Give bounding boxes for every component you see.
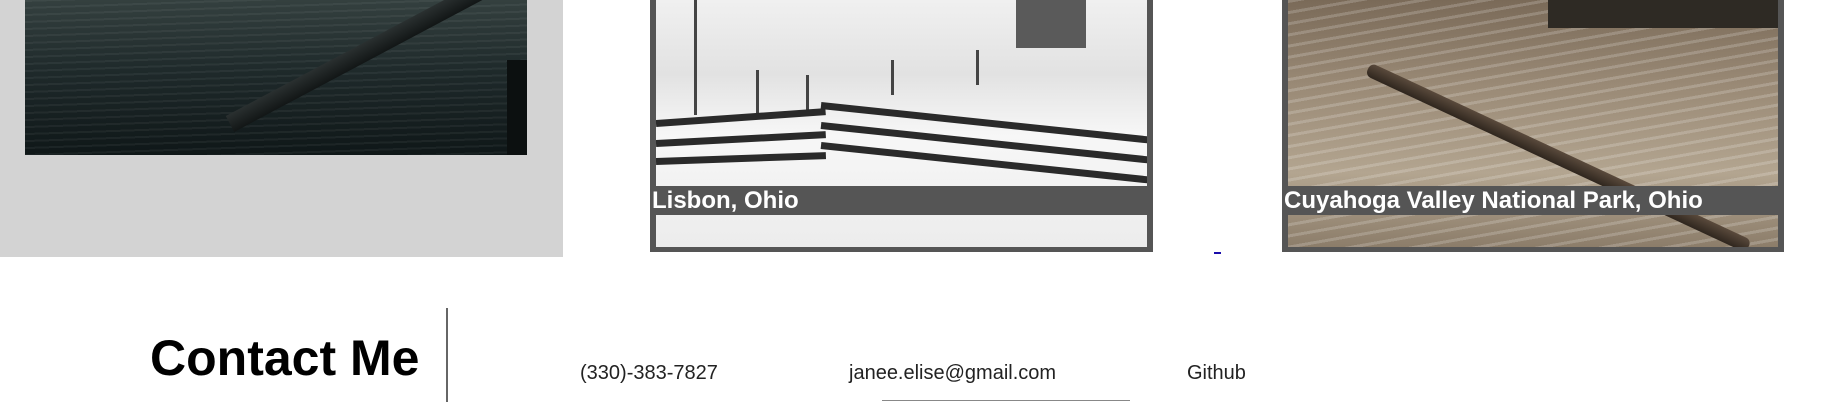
- photo-card-cuyahoga[interactable]: Cuyahoga Valley National Park, Ohio: [1282, 0, 1784, 252]
- tree: [694, 0, 697, 115]
- railing: [225, 0, 527, 132]
- contact-heading: Contact Me: [150, 330, 420, 386]
- contact-divider: [446, 308, 448, 402]
- photo-caption-lisbon: Lisbon, Ohio: [650, 186, 1153, 215]
- railing-post: [507, 60, 527, 155]
- contact-email-link[interactable]: janee.elise@gmail.com: [849, 361, 1056, 385]
- photo-card-lisbon[interactable]: Lisbon, Ohio: [650, 0, 1153, 252]
- riverbank: [1548, 0, 1778, 28]
- fallen-log: [1365, 62, 1752, 247]
- photo-lake-railing[interactable]: [25, 0, 527, 155]
- barn: [1016, 0, 1086, 48]
- photo-caption-cuyahoga: Cuyahoga Valley National Park, Ohio: [1282, 186, 1784, 215]
- fence-rail: [656, 108, 826, 127]
- contact-phone[interactable]: (330)-383-7827: [580, 361, 718, 385]
- fence-post: [976, 50, 979, 85]
- fence-rail: [820, 142, 1147, 184]
- link-underline-fragment[interactable]: [1214, 252, 1221, 254]
- fence-rail: [656, 131, 826, 147]
- fence-post: [891, 60, 894, 95]
- fence-post: [756, 70, 759, 115]
- fence-rail: [820, 102, 1147, 144]
- contact-github-link[interactable]: Github: [1187, 361, 1246, 385]
- email-underline: [882, 400, 1130, 401]
- fence-rail: [820, 122, 1147, 164]
- fence-rail: [656, 152, 827, 165]
